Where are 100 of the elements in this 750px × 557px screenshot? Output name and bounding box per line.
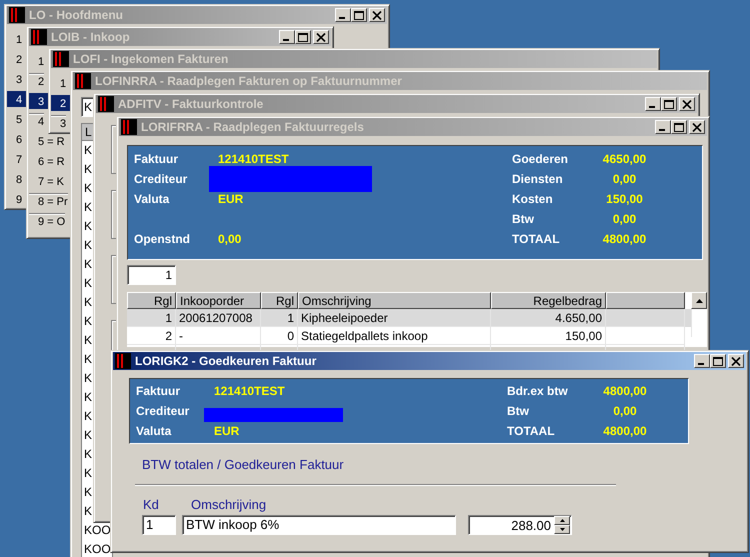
menu-item[interactable]: 4 — [7, 91, 28, 107]
list-item[interactable]: K — [84, 333, 92, 347]
close-icon — [682, 100, 692, 108]
stripes-icon — [53, 51, 69, 67]
table-cell: Kipheeleipoeder — [301, 311, 388, 325]
close-icon — [692, 122, 702, 132]
menu-item[interactable]: 8 = Pr — [29, 193, 68, 209]
window-title: LO - Hoofdmenu — [29, 8, 124, 22]
field-label: Crediteur — [136, 404, 190, 418]
minimize-icon — [339, 17, 345, 19]
description-field[interactable]: BTW inkoop 6% — [182, 515, 456, 535]
list-item[interactable]: K — [84, 352, 92, 366]
spin-up-button[interactable] — [554, 516, 570, 525]
field-label: Omschrijving — [191, 497, 266, 512]
scroll-up-button[interactable] — [691, 292, 707, 309]
field-label: Crediteur — [134, 172, 188, 186]
menu-item[interactable]: 7 = K — [29, 173, 64, 189]
menu-item[interactable]: 1 — [7, 31, 22, 47]
column-header[interactable]: Rgl — [261, 292, 298, 309]
menu-item[interactable]: 4 — [29, 113, 44, 129]
field-label: TOTAAL — [507, 424, 556, 438]
list-item[interactable]: K — [84, 162, 92, 176]
menu-item[interactable]: 2 — [29, 73, 44, 89]
code-field[interactable]: 1 — [142, 515, 176, 535]
column-header[interactable]: Omschrijving — [298, 292, 491, 309]
list-item[interactable]: KOO — [84, 542, 111, 556]
field-label: Valuta — [134, 192, 170, 206]
list-item[interactable]: K — [84, 447, 92, 461]
minimize-button[interactable] — [694, 354, 710, 368]
field-label: Kd — [143, 497, 160, 512]
field-value: EUR — [214, 424, 240, 438]
minimize-icon — [659, 129, 665, 131]
list-item[interactable]: K — [84, 238, 92, 252]
maximize-icon — [298, 32, 308, 42]
list-item[interactable]: K — [84, 200, 92, 214]
section-heading: BTW totalen / Goedkeuren Faktuur — [142, 457, 345, 472]
stripes-icon — [121, 119, 137, 135]
column-header[interactable]: Regelbedrag — [491, 292, 606, 309]
list-item[interactable]: K — [84, 143, 92, 157]
field-value: 0,00 — [612, 404, 638, 418]
list-item[interactable]: K — [84, 219, 92, 233]
field-label: Diensten — [512, 172, 564, 186]
menu-item[interactable]: 6 = R — [29, 153, 65, 169]
menu-item[interactable]: 9 — [7, 191, 22, 207]
down-arrow-icon — [560, 528, 564, 531]
list-item[interactable]: K — [84, 504, 92, 518]
list-item[interactable]: K — [84, 390, 92, 404]
field-label: Kosten — [512, 192, 554, 206]
table-cell: - — [179, 329, 183, 343]
menu-item[interactable]: 3 — [29, 93, 50, 109]
minimize-icon — [283, 39, 289, 41]
menu-item[interactable]: 2 — [51, 95, 72, 111]
menu-item[interactable]: 6 — [7, 131, 22, 147]
menu-item[interactable]: 1 — [29, 53, 44, 69]
list-item[interactable]: K — [84, 485, 92, 499]
table-row[interactable]: 1 20061207008 1 Kipheeleipoeder 4.650,00 — [127, 309, 691, 327]
menu-item[interactable]: 9 = O — [29, 213, 66, 229]
list-item[interactable]: KOO — [84, 523, 111, 537]
column-header[interactable]: Rgl — [127, 292, 176, 309]
menu-item[interactable]: 1 — [51, 75, 66, 91]
menu-item[interactable]: 3 — [7, 71, 22, 87]
maximize-icon — [354, 10, 364, 20]
column-header[interactable] — [606, 292, 685, 309]
field-value: 4800,00 — [602, 424, 648, 438]
window-title: LOFI - Ingekomen Fakturen — [73, 52, 230, 66]
field-value: 150,00 — [605, 192, 644, 206]
field-value: 121410TEST — [214, 384, 285, 398]
list-item[interactable]: K — [84, 276, 92, 290]
field-value: EUR — [218, 192, 244, 206]
column-header[interactable]: Inkooporder — [176, 292, 261, 309]
menu-item[interactable]: 2 — [7, 51, 22, 67]
menu-item[interactable]: 5 = R — [29, 133, 65, 149]
menu-item[interactable]: 5 — [7, 111, 22, 127]
field-value: 121410TEST — [218, 152, 289, 166]
list-item[interactable]: K — [84, 428, 92, 442]
stripes-icon — [31, 29, 47, 45]
close-icon — [372, 10, 382, 20]
list-item[interactable]: K — [84, 295, 92, 309]
menu-item[interactable]: 8 — [7, 171, 22, 187]
menu-item[interactable]: 7 — [7, 151, 22, 167]
list-item[interactable]: K — [84, 409, 92, 423]
menu-item[interactable]: 3 — [51, 115, 66, 131]
maximize-icon — [713, 356, 723, 366]
window-title: LORIGK2 - Goedkeuren Faktuur — [135, 354, 318, 368]
list-item[interactable]: K — [84, 314, 92, 328]
close-icon — [731, 356, 741, 366]
minimize-icon — [698, 363, 704, 365]
list-item[interactable]: K — [84, 371, 92, 385]
column-header[interactable]: L — [82, 124, 94, 141]
maximize-button[interactable] — [710, 354, 726, 368]
amount-field[interactable]: 288.00 — [468, 515, 572, 535]
spin-down-button[interactable] — [554, 525, 570, 534]
page-field[interactable]: 1 — [127, 265, 176, 285]
list-item[interactable]: K — [84, 257, 92, 271]
close-button[interactable] — [728, 354, 744, 368]
list-item[interactable]: K — [84, 466, 92, 480]
maximize-icon — [674, 122, 684, 132]
list-item[interactable]: K — [84, 181, 92, 195]
table-row[interactable]: 2 - 0 Statiegeldpallets inkoop 150,00 — [127, 327, 691, 345]
window-title: LORIFRRA - Raadplegen Faktuurregels — [141, 120, 365, 134]
